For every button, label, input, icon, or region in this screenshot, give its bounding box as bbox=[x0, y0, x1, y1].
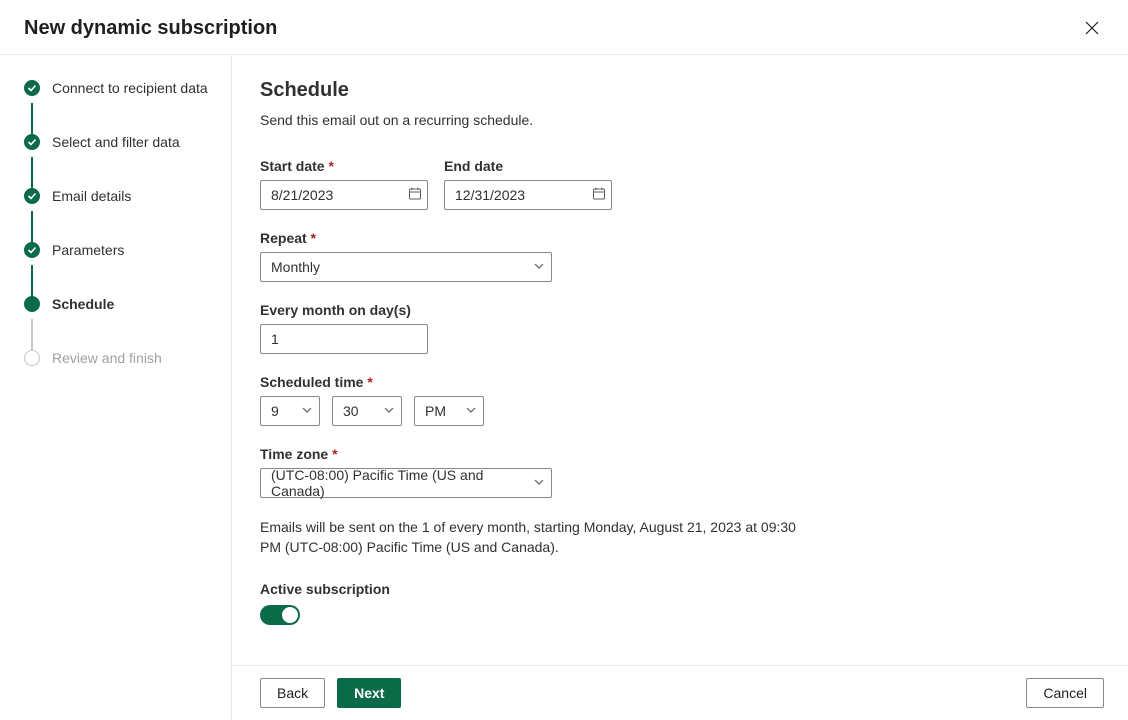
scheduled-time-label: Scheduled time bbox=[260, 374, 484, 390]
chevron-down-icon bbox=[465, 403, 477, 419]
step-connector bbox=[31, 211, 33, 243]
page-description: Send this email out on a recurring sched… bbox=[260, 112, 1096, 128]
main-content: Schedule Send this email out on a recurr… bbox=[232, 55, 1128, 720]
date-row: Start date End date bbox=[260, 158, 1096, 210]
active-subscription-toggle[interactable] bbox=[260, 605, 300, 625]
step-marker-current-icon bbox=[24, 296, 40, 312]
step-label: Connect to recipient data bbox=[52, 80, 208, 96]
dialog-body: Connect to recipient data Select and fil… bbox=[0, 55, 1128, 720]
end-date-field: End date bbox=[444, 158, 612, 210]
start-date-field: Start date bbox=[260, 158, 428, 210]
repeat-row: Repeat Monthly bbox=[260, 230, 1096, 282]
start-date-input-wrap bbox=[260, 180, 428, 210]
step-marker-completed-icon bbox=[24, 134, 40, 150]
repeat-field: Repeat Monthly bbox=[260, 230, 552, 282]
footer-right: Cancel bbox=[1026, 678, 1104, 708]
step-schedule[interactable]: Schedule bbox=[24, 295, 215, 313]
timezone-value: (UTC-08:00) Pacific Time (US and Canada) bbox=[271, 467, 521, 499]
close-button[interactable] bbox=[1080, 16, 1104, 40]
timezone-label: Time zone bbox=[260, 446, 552, 462]
timezone-select[interactable]: (UTC-08:00) Pacific Time (US and Canada) bbox=[260, 468, 552, 498]
step-connector bbox=[31, 265, 33, 297]
scheduled-time-row: Scheduled time 9 30 bbox=[260, 374, 1096, 426]
step-parameters[interactable]: Parameters bbox=[24, 241, 215, 259]
repeat-value: Monthly bbox=[271, 259, 320, 275]
step-connector bbox=[31, 319, 33, 351]
step-select-filter-data[interactable]: Select and filter data bbox=[24, 133, 215, 151]
chevron-down-icon bbox=[301, 403, 313, 419]
ampm-value: PM bbox=[425, 403, 446, 419]
step-label: Review and finish bbox=[52, 350, 162, 366]
scheduled-time-selects: 9 30 PM bbox=[260, 396, 484, 426]
toggle-knob bbox=[282, 607, 298, 623]
ampm-select[interactable]: PM bbox=[414, 396, 484, 426]
close-icon bbox=[1085, 21, 1099, 35]
scheduled-time-field: Scheduled time 9 30 bbox=[260, 374, 484, 426]
repeat-label: Repeat bbox=[260, 230, 552, 246]
cancel-button[interactable]: Cancel bbox=[1026, 678, 1104, 708]
step-label: Email details bbox=[52, 188, 131, 204]
minute-value: 30 bbox=[343, 403, 359, 419]
end-date-label: End date bbox=[444, 158, 612, 174]
month-days-input[interactable] bbox=[260, 324, 428, 354]
timezone-row: Time zone (UTC-08:00) Pacific Time (US a… bbox=[260, 446, 1096, 498]
month-days-label: Every month on day(s) bbox=[260, 302, 428, 318]
start-date-label: Start date bbox=[260, 158, 428, 174]
step-connector bbox=[31, 103, 33, 135]
step-email-details[interactable]: Email details bbox=[24, 187, 215, 205]
step-review-finish[interactable]: Review and finish bbox=[24, 349, 215, 367]
step-marker-pending-icon bbox=[24, 350, 40, 366]
dialog-new-dynamic-subscription: New dynamic subscription Connect to reci… bbox=[0, 0, 1128, 720]
active-subscription-label: Active subscription bbox=[260, 581, 1096, 597]
month-days-row: Every month on day(s) bbox=[260, 302, 1096, 354]
step-label: Parameters bbox=[52, 242, 124, 258]
dialog-footer: Back Next Cancel bbox=[232, 665, 1128, 720]
step-label: Schedule bbox=[52, 296, 114, 312]
step-connect-recipient-data[interactable]: Connect to recipient data bbox=[24, 79, 215, 97]
dialog-header: New dynamic subscription bbox=[0, 0, 1128, 55]
next-button[interactable]: Next bbox=[337, 678, 401, 708]
back-button[interactable]: Back bbox=[260, 678, 325, 708]
step-connector bbox=[31, 157, 33, 189]
repeat-select[interactable]: Monthly bbox=[260, 252, 552, 282]
step-marker-completed-icon bbox=[24, 242, 40, 258]
active-subscription-field: Active subscription bbox=[260, 581, 1096, 625]
start-date-input[interactable] bbox=[260, 180, 428, 210]
end-date-input[interactable] bbox=[444, 180, 612, 210]
end-date-input-wrap bbox=[444, 180, 612, 210]
hour-value: 9 bbox=[271, 403, 279, 419]
footer-left: Back Next bbox=[260, 678, 401, 708]
dialog-title: New dynamic subscription bbox=[24, 17, 277, 40]
page-title: Schedule bbox=[260, 79, 1096, 102]
minute-select[interactable]: 30 bbox=[332, 396, 402, 426]
wizard-steps-list: Connect to recipient data Select and fil… bbox=[24, 79, 215, 367]
step-marker-completed-icon bbox=[24, 188, 40, 204]
month-days-field: Every month on day(s) bbox=[260, 302, 428, 354]
hour-select[interactable]: 9 bbox=[260, 396, 320, 426]
step-marker-completed-icon bbox=[24, 80, 40, 96]
chevron-down-icon bbox=[383, 403, 395, 419]
schedule-summary-text: Emails will be sent on the 1 of every mo… bbox=[260, 518, 820, 557]
chevron-down-icon bbox=[533, 475, 545, 491]
timezone-field: Time zone (UTC-08:00) Pacific Time (US a… bbox=[260, 446, 552, 498]
step-label: Select and filter data bbox=[52, 134, 180, 150]
wizard-steps-sidebar: Connect to recipient data Select and fil… bbox=[0, 55, 232, 720]
chevron-down-icon bbox=[533, 259, 545, 275]
